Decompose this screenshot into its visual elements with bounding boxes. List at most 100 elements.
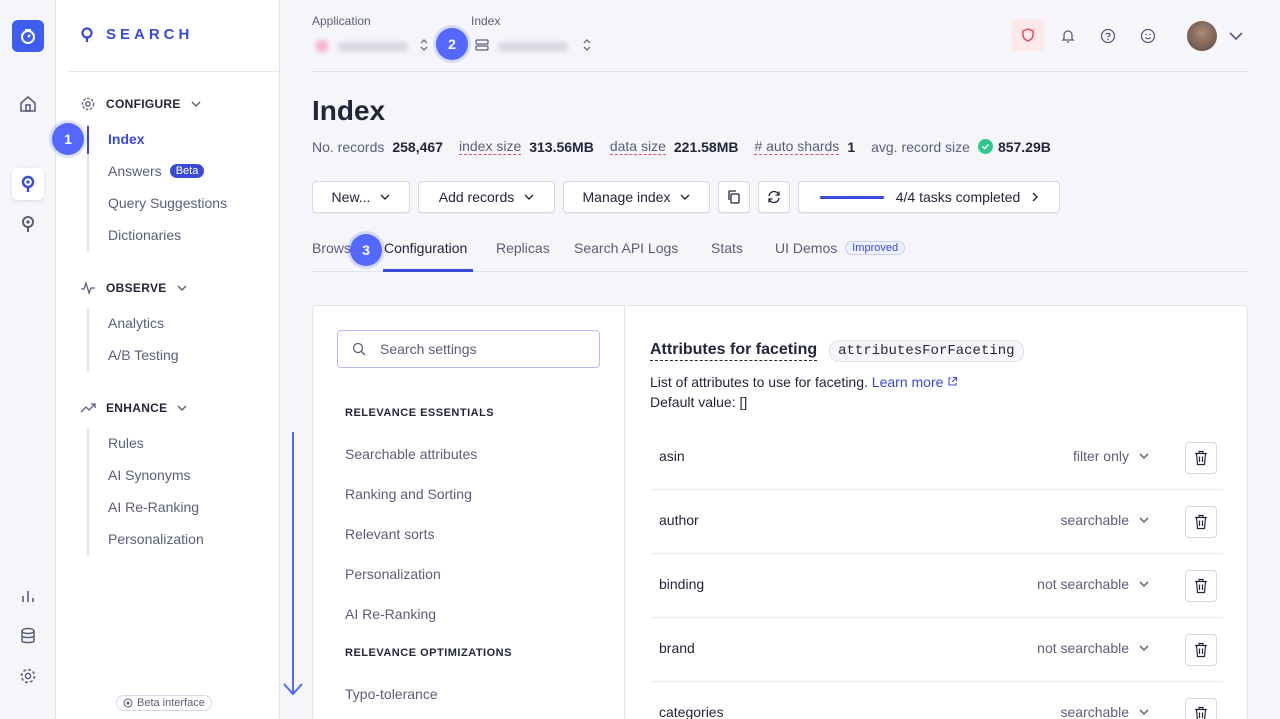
delete-button[interactable] [1185, 442, 1217, 474]
chevron-down-icon [1139, 517, 1149, 523]
step-marker-1: 1 [52, 123, 84, 155]
brand[interactable]: SEARCH [80, 26, 193, 43]
facet-title[interactable]: Attributes for faceting [650, 341, 818, 361]
sidebar-item-ai-re-ranking[interactable]: AI Re-Ranking [108, 499, 199, 515]
recommend-icon[interactable] [12, 208, 44, 240]
tasks-progress-button[interactable]: 4/4 tasks completed [798, 181, 1060, 213]
bell-icon[interactable] [1054, 22, 1082, 50]
index-selector[interactable] [498, 42, 568, 52]
auto-shards-label[interactable]: # auto shards [754, 138, 840, 155]
facet-row: author searchable [650, 490, 1223, 554]
copy-button[interactable] [718, 181, 750, 213]
app-logo-icon[interactable] [12, 20, 44, 52]
tab-search-api-logs[interactable]: Search API Logs [574, 240, 678, 256]
settings-search[interactable] [337, 330, 600, 368]
data-size-label[interactable]: data size [609, 138, 666, 155]
beta-interface-badge[interactable]: Beta interface [116, 695, 212, 711]
facet-mode-select[interactable]: not searchable [1037, 576, 1149, 592]
tab-browse[interactable]: Brows [312, 240, 351, 256]
search-product-icon[interactable] [12, 168, 44, 200]
analytics-icon[interactable] [12, 580, 44, 612]
settings-item-personalization[interactable]: Personalization [345, 566, 441, 582]
sidebar-item-personalization[interactable]: Personalization [108, 531, 204, 547]
facet-row: asin filter only [650, 426, 1223, 490]
learn-more-link[interactable]: Learn more [872, 374, 958, 390]
index-size-label[interactable]: index size [458, 138, 522, 155]
settings-gear-icon[interactable] [12, 660, 44, 692]
add-records-button[interactable]: Add records [418, 181, 555, 213]
database-icon[interactable] [12, 620, 44, 652]
delete-button[interactable] [1185, 506, 1217, 538]
settings-item-relevant-sorts[interactable]: Relevant sorts [345, 526, 434, 542]
chevron-down-icon [177, 285, 187, 291]
facet-mode-value: filter only [1072, 448, 1129, 464]
settings-item-ranking-and-sorting[interactable]: Ranking and Sorting [345, 486, 472, 502]
section-rail [87, 124, 89, 252]
search-input[interactable] [380, 341, 580, 357]
index-stats: No. records 258,467 index size 313.56MB … [312, 138, 1067, 155]
tab-stats[interactable]: Stats [711, 240, 743, 256]
chevron-down-icon [680, 194, 690, 200]
application-label: Application [312, 14, 371, 28]
brand-name: SEARCH [106, 26, 194, 43]
section-observe[interactable]: OBSERVE [80, 280, 187, 296]
help-icon[interactable] [1094, 22, 1122, 50]
delete-button[interactable] [1185, 634, 1217, 666]
facet-mode-value: searchable [1060, 512, 1130, 528]
settings-item-ai-re-ranking[interactable]: AI Re-Ranking [345, 606, 436, 622]
section-title: CONFIGURE [106, 97, 181, 111]
trash-icon [1195, 578, 1207, 594]
tasks-label: 4/4 tasks completed [895, 189, 1021, 205]
facet-mode-value: searchable [1060, 704, 1130, 719]
refresh-button[interactable] [758, 181, 790, 213]
chevron-down-icon [1139, 581, 1149, 587]
sidebar-item-rules[interactable]: Rules [108, 435, 144, 451]
divider [68, 71, 279, 72]
facet-mode-select[interactable]: searchable [1061, 704, 1150, 719]
sidebar-item-answers[interactable]: Answers Beta [108, 163, 205, 179]
trash-icon [1195, 642, 1207, 658]
sidebar-item-dictionaries[interactable]: Dictionaries [108, 227, 181, 243]
section-configure[interactable]: CONFIGURE [80, 96, 201, 112]
settings-item-typo-tolerance[interactable]: Typo-tolerance [345, 686, 438, 702]
tab-configuration[interactable]: Configuration [384, 240, 467, 256]
chevron-down-icon [380, 194, 390, 200]
chevron-down-icon[interactable] [1229, 32, 1243, 40]
home-icon[interactable] [12, 88, 44, 120]
sidebar-item-index[interactable]: Index [108, 131, 145, 147]
feedback-smiley-icon[interactable] [1134, 22, 1162, 50]
facet-row: categories searchable [650, 682, 1223, 719]
gear-icon [81, 97, 95, 111]
sidebar-item-label: Analytics [108, 315, 165, 331]
settings-item-searchable-attributes[interactable]: Searchable attributes [345, 446, 477, 462]
tab-label: Search API Logs [574, 240, 679, 256]
manage-index-button[interactable]: Manage index [563, 181, 710, 213]
sidebar-item-ai-synonyms[interactable]: AI Synonyms [108, 467, 190, 483]
delete-button[interactable] [1185, 570, 1217, 602]
avatar[interactable] [1187, 21, 1217, 51]
active-tab-indicator [383, 269, 473, 272]
new-dropdown-button[interactable]: New... [312, 181, 410, 213]
default-value: Default value: [] [650, 394, 748, 410]
facet-attribute-name: author [659, 512, 699, 528]
settings-nav: RELEVANCE ESSENTIALS Searchable attribut… [313, 306, 625, 719]
index-label: Index [471, 14, 501, 28]
shield-icon[interactable] [1012, 19, 1044, 51]
sidebar-item-ab-testing[interactable]: A/B Testing [108, 347, 179, 363]
facet-row: brand not searchable [650, 618, 1223, 682]
app-select-icon[interactable] [420, 38, 428, 52]
delete-button[interactable] [1185, 698, 1217, 719]
facet-attribute-name: asin [659, 448, 685, 464]
facet-mode-select[interactable]: filter only [1073, 448, 1149, 464]
application-selector[interactable] [338, 42, 408, 52]
facet-mode-select[interactable]: not searchable [1037, 640, 1149, 656]
sidebar-item-query-suggestions[interactable]: Query Suggestions [108, 195, 227, 211]
facet-mode-select[interactable]: searchable [1061, 512, 1150, 528]
index-select-icon[interactable] [583, 38, 591, 52]
tab-replicas[interactable]: Replicas [496, 240, 550, 256]
sidebar-item-analytics[interactable]: Analytics [108, 315, 164, 331]
tab-ui-demos[interactable]: UI Demos Improved [775, 240, 906, 256]
section-enhance[interactable]: ENHANCE [80, 400, 187, 416]
index-tabs: Brows Configuration Replicas Search API … [312, 232, 1248, 272]
tasks-progress-bar [819, 195, 884, 199]
